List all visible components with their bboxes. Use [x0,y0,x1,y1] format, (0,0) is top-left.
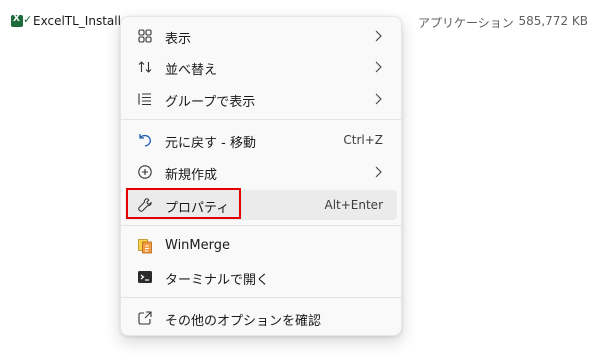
menu-item-open-terminal[interactable]: ターミナルで開く [125,262,397,292]
shortcut-text: Ctrl+Z [343,133,383,147]
chevron-right-icon [375,61,382,73]
menu-item-group-by[interactable]: グループで表示 [125,84,397,114]
menu-item-winmerge[interactable]: WinMerge [125,231,397,261]
sort-icon [138,61,152,73]
checkmark-icon: ✓ [23,13,33,26]
explorer-window: ✓ ExcelTL_Installer アプリケーション 585,772 KB … [0,0,610,360]
menu-item-label: ターミナルで開く [165,273,270,288]
menu-item-label: 表示 [165,32,192,47]
menu-separator [121,225,401,226]
undo-icon [139,134,151,147]
file-type: アプリケーション [418,16,514,30]
menu-item-show-more-options[interactable]: その他のオプションを確認 [125,303,397,333]
chevron-right-icon [375,166,382,178]
menu-item-label: 新規作成 [165,168,218,183]
context-menu: 表示 並べ替え グループで表示 元に戻す - 移動 Ctrl+Z 新規作成 プロ… [120,16,402,336]
excel-installer-icon [11,14,23,27]
menu-item-label: 並べ替え [165,63,218,78]
menu-separator [121,297,401,298]
menu-item-label: 元に戻す - 移動 [165,136,256,151]
menu-item-label: WinMerge [165,238,230,253]
menu-item-sort[interactable]: 並べ替え [125,52,397,82]
highlight-annotation [126,188,241,219]
menu-separator [121,119,401,120]
menu-item-label: グループで表示 [165,95,256,110]
menu-item-undo[interactable]: 元に戻す - 移動 Ctrl+Z [125,125,397,155]
chevron-right-icon [375,30,382,42]
file-size: 585,772 KB [518,14,588,28]
file-name: ExcelTL_Installer [33,14,134,28]
group-list-icon [138,93,151,106]
chevron-right-icon [375,93,382,105]
new-plus-icon [138,165,152,179]
share-more-icon [138,311,152,325]
menu-item-view[interactable]: 表示 [125,21,397,51]
menu-item-label: その他のオプションを確認 [165,314,322,329]
menu-item-new[interactable]: 新規作成 [125,157,397,187]
shortcut-text: Alt+Enter [324,198,383,212]
winmerge-icon [138,239,152,254]
terminal-icon [138,271,152,283]
view-grid-icon [138,29,152,43]
